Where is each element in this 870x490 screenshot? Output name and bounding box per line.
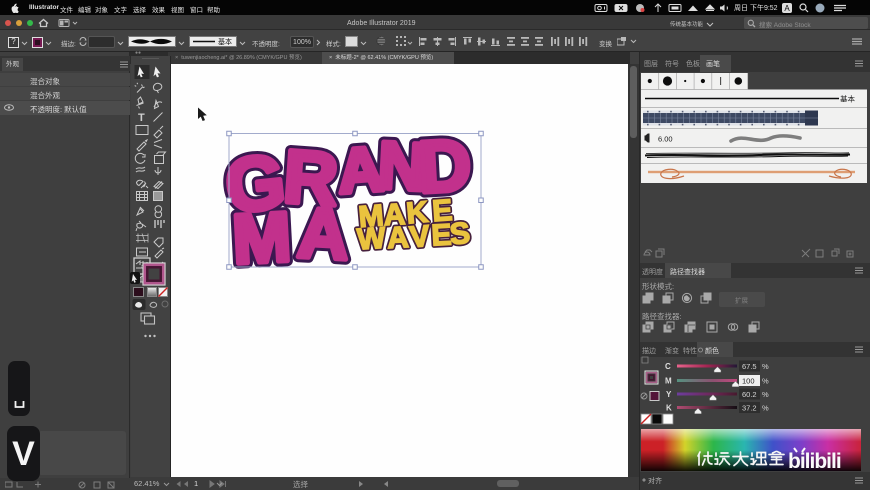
- svg-text:100: 100: [742, 377, 755, 386]
- svg-text:基本: 基本: [218, 37, 232, 46]
- svg-text:bilibili: bilibili: [788, 450, 841, 473]
- svg-text:C: C: [665, 362, 671, 371]
- svg-text:%: %: [762, 377, 769, 386]
- svg-text:色板: 色板: [686, 59, 700, 68]
- svg-text:A: A: [784, 4, 790, 13]
- svg-text:符号: 符号: [665, 59, 679, 68]
- svg-text:描边: 描边: [642, 346, 656, 355]
- svg-text:画笔: 画笔: [706, 59, 720, 68]
- svg-text:67.5: 67.5: [742, 362, 757, 371]
- svg-text:M: M: [665, 377, 672, 386]
- svg-text:颜色: 颜色: [705, 346, 719, 355]
- svg-text:S: S: [448, 217, 471, 252]
- svg-text:对齐: 对齐: [648, 476, 662, 485]
- svg-text:37.2: 37.2: [742, 404, 757, 413]
- svg-text:透明度: 透明度: [642, 267, 663, 276]
- svg-text:%: %: [762, 404, 769, 413]
- svg-text:K: K: [666, 404, 672, 413]
- svg-text:形状模式:: 形状模式:: [642, 281, 674, 291]
- svg-text:渐变: 渐变: [665, 346, 679, 355]
- svg-text:W: W: [356, 222, 387, 257]
- svg-text:60.2: 60.2: [742, 390, 757, 399]
- svg-text:A: A: [296, 194, 351, 276]
- svg-text:扩展: 扩展: [735, 296, 749, 305]
- svg-text:基本: 基本: [840, 94, 855, 104]
- svg-text:路径查找器: 路径查找器: [670, 267, 705, 276]
- svg-text:%: %: [762, 362, 769, 371]
- svg-text:6.00: 6.00: [658, 135, 673, 144]
- svg-text:A: A: [386, 221, 409, 255]
- svg-text:Y: Y: [666, 390, 672, 399]
- svg-text:路径查找器:: 路径查找器:: [642, 311, 682, 321]
- svg-text:T: T: [138, 112, 145, 124]
- svg-text:M: M: [231, 198, 293, 279]
- svg-text:特性: 特性: [683, 346, 697, 355]
- svg-text:%: %: [762, 390, 769, 399]
- svg-text:图层: 图层: [644, 60, 658, 68]
- svg-text:V: V: [408, 220, 431, 255]
